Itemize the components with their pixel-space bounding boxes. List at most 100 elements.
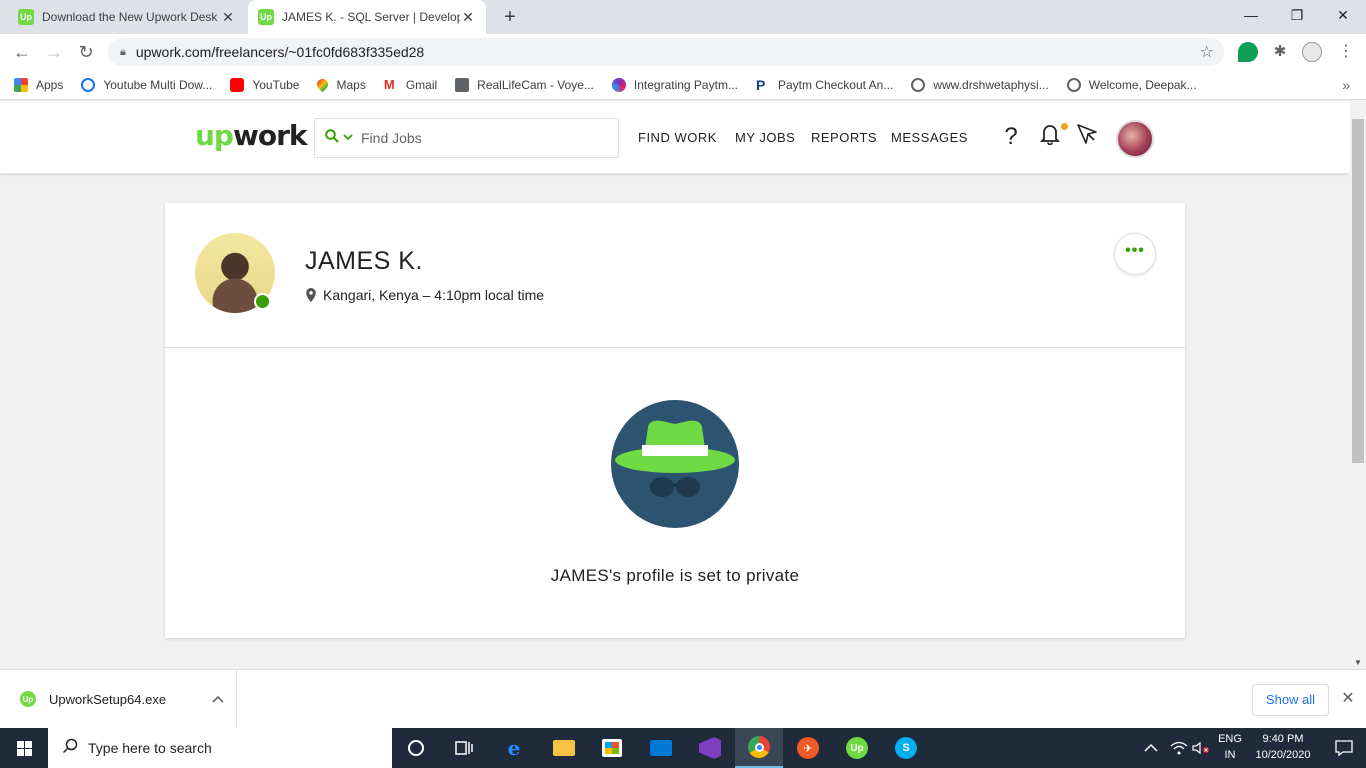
bookmarks-overflow-icon[interactable]: » (1342, 77, 1350, 93)
nav-messages[interactable]: MESSAGES (891, 130, 968, 145)
bookmark-integrating-paytm[interactable]: Integrating Paytm... (611, 77, 738, 92)
upwork-favicon-icon: Up (258, 9, 274, 25)
wifi-icon[interactable] (1170, 728, 1188, 768)
show-all-downloads-button[interactable]: Show all (1252, 684, 1329, 716)
reallifecam-icon (455, 77, 470, 92)
bookmark-label: RealLifeCam - Voye... (477, 77, 594, 92)
show-hidden-icons-chevron-icon[interactable] (1144, 728, 1158, 768)
globe-icon (1066, 77, 1081, 92)
bookmark-apps[interactable]: Apps (14, 77, 64, 92)
search-input[interactable] (361, 130, 601, 146)
globe-icon (81, 77, 96, 92)
upwork-favicon-icon: Up (18, 9, 34, 25)
bell-icon[interactable] (1036, 123, 1064, 151)
location-pin-icon (306, 288, 316, 302)
chevron-down-icon[interactable] (343, 133, 353, 144)
scroll-down-arrow-icon[interactable]: ▼ (1354, 658, 1362, 667)
clock-time: 9:40 PM (1262, 733, 1304, 745)
help-icon[interactable]: ? (997, 123, 1025, 151)
tab-close-icon[interactable]: ✕ (220, 9, 236, 26)
upwork-logo[interactable]: upwork (195, 119, 308, 152)
nav-my-jobs[interactable]: MY JOBS (735, 130, 795, 145)
bookmark-label: Paytm Checkout An... (777, 77, 894, 92)
bookmark-maps[interactable]: Maps (315, 76, 366, 93)
windows-start-button[interactable] (0, 728, 48, 768)
search-icon (62, 738, 78, 758)
url-text: upwork.com/freelancers/~01fc0fd683f335ed… (135, 44, 425, 60)
chrome-taskbar-icon[interactable] (735, 728, 783, 768)
download-item[interactable]: Up UpworkSetup64.exe (0, 670, 237, 728)
upwork-app-icon[interactable]: Up (833, 728, 881, 768)
new-tab-button[interactable]: + (498, 5, 522, 29)
bookmark-drshweta[interactable]: www.drshwetaphysi... (911, 77, 1049, 92)
postman-icon[interactable]: ✈︎ (784, 728, 832, 768)
taskbar-search-box[interactable]: Type here to search (48, 728, 392, 768)
bookmark-label: www.drshwetaphysi... (933, 77, 1049, 92)
system-clock[interactable]: 9:40 PM 10/20/2020 (1244, 731, 1322, 763)
visual-studio-icon[interactable] (686, 728, 734, 768)
bookmark-youtube[interactable]: YouTube (230, 77, 300, 92)
extensions-puzzle-icon[interactable]: ✱ (1270, 42, 1290, 62)
minimize-icon[interactable]: — (1228, 0, 1274, 30)
globe-icon (911, 77, 926, 92)
more-options-button[interactable]: ••• (1114, 233, 1156, 275)
bookmark-welcome-deepak[interactable]: Welcome, Deepak... (1066, 77, 1197, 92)
nav-reports[interactable]: REPORTS (811, 130, 877, 145)
skype-icon[interactable]: S (882, 728, 930, 768)
microsoft-store-icon[interactable] (588, 728, 636, 768)
bookmark-label: YouTube (252, 77, 300, 92)
reload-icon[interactable]: ↻ (74, 40, 98, 64)
bookmark-star-icon[interactable]: ☆ (1200, 42, 1214, 62)
back-arrow-icon[interactable]: ← (10, 40, 34, 64)
window-close-icon[interactable]: ✕ (1320, 0, 1366, 30)
gmail-icon: M (383, 76, 395, 92)
browser-tab-download-upwork[interactable]: Up Download the New Upwork Desk ✕ (8, 0, 246, 34)
close-downloads-icon[interactable]: ✕ (1338, 688, 1358, 708)
user-avatar[interactable] (1116, 120, 1154, 158)
edge-browser-icon[interactable]: e (490, 728, 538, 768)
bookmark-paytm-checkout[interactable]: P Paytm Checkout An... (756, 78, 893, 92)
nav-find-work[interactable]: FIND WORK (638, 130, 717, 145)
bookmark-reallifecam[interactable]: RealLifeCam - Voye... (455, 77, 594, 92)
action-center-icon[interactable] (1322, 728, 1366, 768)
volume-muted-icon[interactable] (1192, 728, 1210, 768)
upwork-file-icon: Up (20, 691, 36, 707)
send-direct-contracts-icon[interactable] (1073, 123, 1101, 151)
restore-icon[interactable]: ❐ (1274, 0, 1320, 30)
location-text: Kangari, Kenya – 4:10pm local time (323, 287, 545, 303)
profile-location: Kangari, Kenya – 4:10pm local time (305, 287, 544, 303)
page-scrollbar[interactable]: ▼ (1350, 101, 1366, 669)
apps-grid-icon (14, 77, 28, 92)
scrollbar-thumb[interactable] (1352, 119, 1364, 463)
task-view-icon[interactable] (440, 728, 488, 768)
chrome-menu-icon[interactable]: ⋮ (1336, 42, 1356, 62)
bookmark-label: Apps (36, 77, 64, 92)
tab-title: Download the New Upwork Desk (42, 10, 218, 24)
profile-card: JAMES K. Kangari, Kenya – 4:10pm local t… (165, 203, 1185, 638)
cortana-icon[interactable] (392, 728, 440, 768)
youtube-icon (230, 77, 245, 92)
profile-name: JAMES K. (305, 247, 423, 275)
forward-arrow-icon[interactable]: → (42, 40, 66, 64)
mail-icon[interactable] (637, 728, 685, 768)
clock-date: 10/20/2020 (1255, 749, 1311, 761)
bookmark-gmail[interactable]: M Gmail (383, 76, 437, 92)
input-language-indicator[interactable]: ENG IN (1214, 731, 1246, 763)
tab-close-icon[interactable]: ✕ (460, 9, 476, 26)
paytm-p-icon: P (755, 76, 766, 93)
chevron-up-icon[interactable] (200, 692, 236, 706)
search-icon[interactable] (325, 129, 339, 147)
private-profile-message: JAMES's profile is set to private (550, 566, 800, 585)
private-profile-spy-icon (611, 400, 739, 528)
maps-pin-icon (315, 76, 331, 93)
downloads-bar: Up UpworkSetup64.exe Show all ✕ (0, 669, 1366, 728)
file-explorer-icon[interactable] (540, 728, 588, 768)
profile-avatar-icon[interactable] (1302, 42, 1322, 62)
find-jobs-search (314, 118, 619, 158)
bookmark-youtube-multi[interactable]: Youtube Multi Dow... (81, 77, 212, 92)
page-viewport: upwork FIND WORK MY JOBS REPORTS MESSAGE… (0, 101, 1350, 669)
browser-tab-james-profile[interactable]: Up JAMES K. - SQL Server | Developr ✕ (248, 0, 486, 34)
grammarly-extension-icon[interactable] (1238, 42, 1258, 62)
address-bar[interactable]: 🔒︎ upwork.com/freelancers/~01fc0fd683f33… (108, 38, 1224, 66)
notification-dot (1061, 123, 1068, 130)
